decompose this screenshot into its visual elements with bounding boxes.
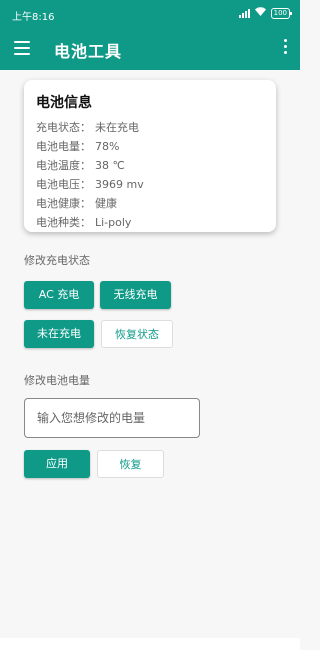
info-label: 电池电压： (36, 178, 91, 191)
info-row-charge-state: 充电状态： 未在充电 (36, 118, 144, 137)
info-row-type: 电池种类： Li-poly (36, 213, 144, 232)
wifi-icon (254, 7, 266, 19)
card-title: 电池信息 (36, 95, 92, 111)
navigation-bar (0, 638, 300, 650)
info-label: 电池温度： (36, 159, 91, 172)
level-section-title: 修改电池电量 (24, 374, 90, 387)
info-value: 3969 mv (95, 178, 144, 191)
battery-icon: 100 (270, 7, 293, 19)
battery-level-input[interactable] (24, 398, 200, 438)
status-time: 上午8:16 (12, 12, 55, 23)
restore-state-button[interactable]: 恢复状态 (101, 320, 173, 348)
status-bar: 上午8:16 100 (0, 0, 300, 28)
menu-icon[interactable] (14, 41, 30, 55)
signal-icon (238, 8, 250, 18)
info-label: 电池电量： (36, 140, 91, 153)
info-value: 健康 (95, 197, 117, 210)
info-label: 电池种类： (36, 216, 91, 229)
info-label: 电池健康： (36, 197, 91, 210)
app-bar: 电池工具 (0, 28, 300, 70)
info-value: Li-poly (95, 216, 132, 229)
charge-section-title: 修改充电状态 (24, 254, 90, 267)
restore-button[interactable]: 恢复 (97, 450, 164, 478)
info-row-health: 电池健康： 健康 (36, 194, 144, 213)
battery-info-card: 电池信息 充电状态： 未在充电 电池电量： 78% 电池温度： 38 ℃ 电池电压： 3… (24, 80, 276, 232)
apply-button[interactable]: 应用 (24, 450, 90, 478)
not-charging-button[interactable]: 未在充电 (24, 320, 94, 348)
info-row-temperature: 电池温度： 38 ℃ (36, 156, 144, 175)
ac-charge-button[interactable]: AC 充电 (24, 281, 94, 309)
app-title: 电池工具 (54, 42, 123, 61)
more-options-icon[interactable] (282, 39, 288, 59)
info-row-level: 电池电量： 78% (36, 137, 144, 156)
info-label: 充电状态： (36, 121, 91, 134)
info-value: 未在充电 (95, 121, 139, 134)
info-row-voltage: 电池电压： 3969 mv (36, 175, 144, 194)
info-value: 38 ℃ (95, 159, 125, 172)
wireless-charge-button[interactable]: 无线充电 (100, 281, 171, 309)
status-icons: 100 (238, 7, 293, 19)
battery-info-list: 充电状态： 未在充电 电池电量： 78% 电池温度： 38 ℃ 电池电压： 3969 m… (36, 118, 144, 232)
info-value: 78% (95, 140, 120, 153)
